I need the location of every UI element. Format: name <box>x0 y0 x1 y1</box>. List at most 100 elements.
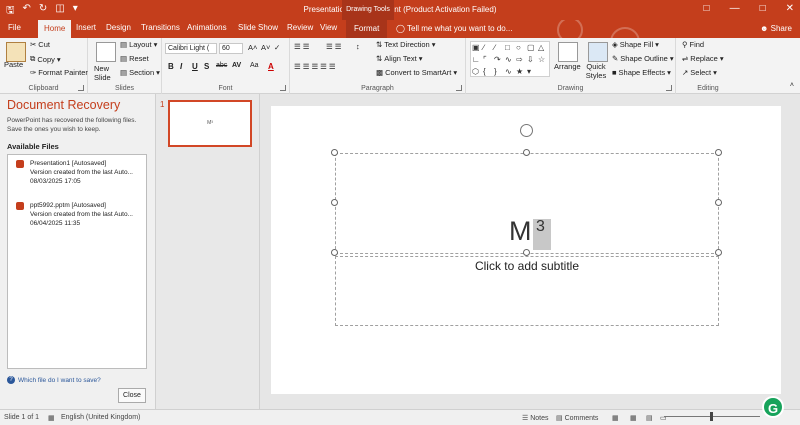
tab-view[interactable]: View <box>320 23 337 32</box>
format-painter-button[interactable]: ✑ Format Painter <box>30 68 88 77</box>
paste-icon[interactable] <box>6 42 26 62</box>
ribbon-display-icon[interactable]: □ <box>704 3 710 14</box>
star-shape-icon[interactable]: ☆ <box>538 55 548 66</box>
copy-button[interactable]: ⧉ Copy ▾ <box>30 54 61 64</box>
tab-review[interactable]: Review <box>287 23 313 32</box>
select-button[interactable]: ↗ Select ▾ <box>682 68 717 77</box>
align-text-button[interactable]: ⇅ Align Text ▾ <box>376 54 422 63</box>
grammarly-badge[interactable]: G <box>762 396 784 418</box>
shrink-font-icon[interactable]: A˅ <box>261 43 270 52</box>
resize-handle[interactable] <box>331 199 338 206</box>
resize-handle[interactable] <box>523 149 530 156</box>
subtitle-prompt-text[interactable]: Click to add subtitle <box>335 259 719 273</box>
close-button[interactable]: Close <box>118 388 146 403</box>
drawing-launcher-icon[interactable] <box>666 85 672 91</box>
clear-format-icon[interactable]: ✓ <box>274 43 280 52</box>
font-size-select[interactable]: 60 <box>219 43 243 54</box>
tell-me-search[interactable]: ◯ Tell me what you want to do... <box>396 24 512 33</box>
share-button[interactable]: ☻ Share <box>760 24 792 33</box>
resize-handle[interactable] <box>523 249 530 256</box>
tab-transitions[interactable]: Transitions <box>141 23 180 32</box>
scribble-shape-icon[interactable]: ∿ <box>505 67 515 78</box>
quick-styles-icon[interactable] <box>588 42 608 62</box>
textbox-shape-icon[interactable]: ▣ <box>472 43 482 54</box>
change-case-button[interactable]: Aa <box>250 62 259 69</box>
underline-button[interactable]: U <box>192 62 198 71</box>
connector-shape-icon[interactable]: ∟ <box>472 55 482 66</box>
reading-view-icon[interactable]: ▤ <box>646 414 653 422</box>
new-slide-icon[interactable] <box>96 42 116 62</box>
tab-home[interactable]: Home <box>38 20 72 38</box>
star-shape-icon[interactable]: ★ <box>516 67 526 78</box>
italic-button[interactable]: I <box>180 62 182 71</box>
tab-design[interactable]: Design <box>106 23 131 32</box>
shape-effects-button[interactable]: ■ Shape Effects ▾ <box>612 68 671 77</box>
shape-outline-button[interactable]: ✎ Shape Outline ▾ <box>612 54 674 63</box>
bold-button[interactable]: B <box>168 62 174 71</box>
collapse-ribbon-icon[interactable]: ˄ <box>790 82 794 89</box>
section-button[interactable]: ▤ Section ▾ <box>120 68 160 77</box>
reset-button[interactable]: ▤ Reset <box>120 54 149 63</box>
close-icon[interactable]: ✕ <box>786 3 794 14</box>
strikethrough-button[interactable]: abc <box>216 62 227 69</box>
replace-button[interactable]: ⇌ Replace ▾ <box>682 54 724 63</box>
bullets-icon[interactable]: ☰☰ <box>294 42 311 51</box>
rounded-rect-shape-icon[interactable]: ▢ <box>527 43 537 54</box>
freeform-shape-icon[interactable]: ∿ <box>505 55 515 66</box>
curve-shape-icon[interactable]: ↷ <box>494 55 504 66</box>
tab-file[interactable]: File <box>8 23 21 32</box>
resize-handle[interactable] <box>331 249 338 256</box>
minimize-icon[interactable]: — <box>730 3 740 14</box>
triangle-shape-icon[interactable]: △ <box>538 43 548 54</box>
resize-handle[interactable] <box>331 149 338 156</box>
brace-shape-icon[interactable]: { <box>483 67 493 78</box>
char-spacing-button[interactable]: AV <box>232 62 241 69</box>
resize-handle[interactable] <box>715 249 722 256</box>
shapes-gallery[interactable]: ▣ ∕ ∕ □ ○ ▢ △ ∟ ⌜ ↷ ∿ ⇨ ⇩ ☆ ⬡ { } ∿ ★ ▾ <box>470 41 550 77</box>
maximize-icon[interactable]: □ <box>760 3 766 14</box>
rotate-handle-icon[interactable] <box>520 124 533 137</box>
language-indicator[interactable]: English (United Kingdom) <box>61 414 140 421</box>
tab-insert[interactable]: Insert <box>76 23 96 32</box>
arrange-icon[interactable] <box>558 42 578 62</box>
oval-shape-icon[interactable]: ○ <box>516 43 526 54</box>
slide-title-superscript[interactable]: 3 <box>536 218 545 236</box>
slide-sorter-icon[interactable]: ▦ <box>630 414 637 422</box>
comments-button[interactable]: ▤ Comments <box>556 414 598 422</box>
notes-button[interactable]: ☰ Notes <box>522 414 549 422</box>
clipboard-launcher-icon[interactable] <box>78 85 84 91</box>
slide-title-text[interactable]: M <box>509 216 532 247</box>
rectangle-shape-icon[interactable]: □ <box>505 43 515 54</box>
arrow-right-shape-icon[interactable]: ⇨ <box>516 55 526 66</box>
spellcheck-icon[interactable]: ▦ <box>48 414 55 422</box>
font-color-button[interactable]: A <box>268 62 274 71</box>
slide-thumbnail[interactable]: M³ <box>168 100 252 147</box>
line-shape-icon[interactable]: ∕ <box>483 43 493 54</box>
brace-shape-icon[interactable]: } <box>494 67 504 78</box>
elbow-shape-icon[interactable]: ⌜ <box>483 55 493 66</box>
resize-handle[interactable] <box>715 199 722 206</box>
cut-button[interactable]: ✂ Cut <box>30 40 50 49</box>
font-launcher-icon[interactable] <box>280 85 286 91</box>
quick-styles-button[interactable]: Quick Styles <box>584 62 608 80</box>
paragraph-launcher-icon[interactable] <box>456 85 462 91</box>
grow-font-icon[interactable]: A˄ <box>248 43 257 52</box>
tab-slide-show[interactable]: Slide Show <box>238 23 278 32</box>
hexagon-shape-icon[interactable]: ⬡ <box>472 67 482 78</box>
new-slide-button[interactable]: New Slide <box>94 64 116 82</box>
font-name-select[interactable]: Calibri Light ( <box>165 43 217 54</box>
line-spacing-icon[interactable]: ↕ <box>356 42 360 51</box>
paste-button[interactable]: Paste <box>4 60 23 69</box>
smartart-button[interactable]: ▩ Convert to SmartArt ▾ <box>376 68 457 77</box>
zoom-slider-thumb[interactable] <box>710 412 713 421</box>
resize-handle[interactable] <box>715 149 722 156</box>
which-file-help-link[interactable]: ? Which file do I want to save? <box>7 376 101 384</box>
shadow-button[interactable]: S <box>204 62 209 71</box>
arrow-down-shape-icon[interactable]: ⇩ <box>527 55 537 66</box>
arrange-button[interactable]: Arrange <box>554 62 581 71</box>
indent-icon[interactable]: ☰☰ <box>326 42 343 51</box>
tab-format[interactable]: Format <box>346 20 388 38</box>
more-shapes-icon[interactable]: ▾ <box>527 67 537 78</box>
find-button[interactable]: ⚲ Find <box>682 40 704 49</box>
text-direction-button[interactable]: ⇅ Text Direction ▾ <box>376 40 436 49</box>
